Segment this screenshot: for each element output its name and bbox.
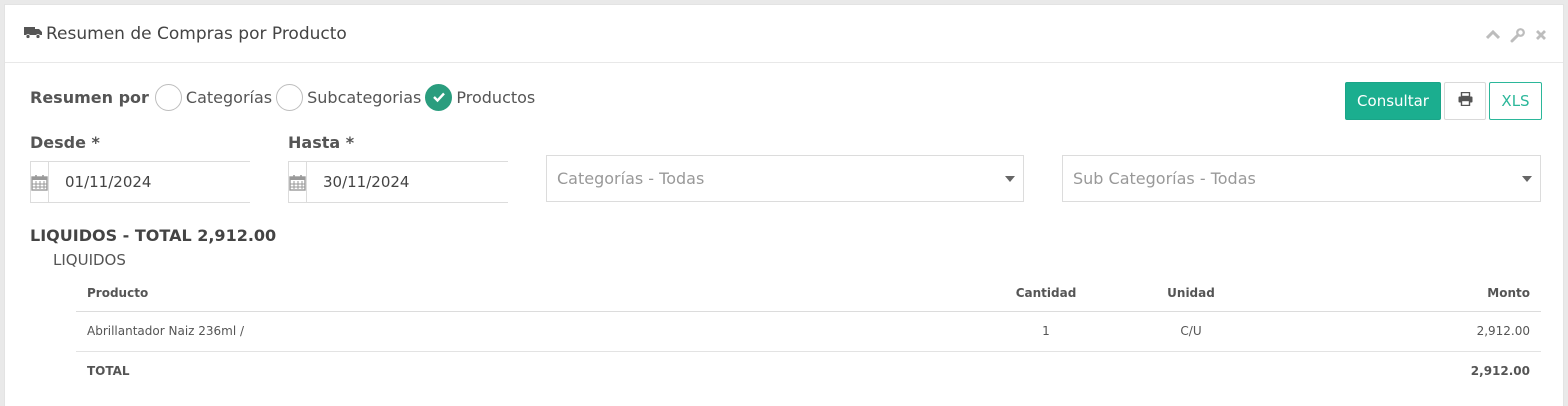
truck-icon [24, 24, 42, 44]
col-producto: Producto [76, 275, 991, 312]
cell-monto: 2,912.00 [1281, 311, 1541, 352]
radio-categorias-label: Categorías [185, 87, 273, 107]
calendar-icon[interactable] [289, 162, 307, 202]
table-row: Abrillantador Naiz 236ml / 1 C/U 2,912.0… [76, 311, 1541, 352]
page-title: Resumen de Compras por Producto [24, 23, 347, 45]
group-title: LIQUIDOS - TOTAL 2,912.00 [30, 226, 277, 245]
categorias-select[interactable]: Categorías - Todas [546, 155, 1024, 202]
subcategorias-select-value: Sub Categorías - Todas [1073, 169, 1256, 188]
radio-subcategorias-label: Subcategorias [307, 87, 422, 107]
total-value: 2,912.00 [1470, 364, 1530, 379]
radio-subcategorias[interactable]: Subcategorias [276, 83, 422, 111]
radio-circle-icon[interactable] [276, 83, 304, 111]
page-title-text: Resumen de Compras por Producto [46, 24, 347, 44]
panel-tools [1485, 27, 1549, 43]
xls-button[interactable]: XLS [1489, 82, 1542, 120]
cell-cantidad: 1 [991, 311, 1101, 352]
radio-productos-label: Productos [456, 87, 536, 107]
cell-producto: Abrillantador Naiz 236ml / [76, 311, 991, 352]
report-panel: Resumen de Compras por Producto Resumen … [4, 4, 1564, 406]
report-table: Producto Cantidad Unidad Monto Abrillant… [76, 275, 1541, 391]
hasta-label: Hasta * [288, 133, 355, 152]
wrench-icon[interactable] [1509, 27, 1525, 43]
total-empty-cell [1101, 351, 1281, 391]
chevron-up-icon[interactable] [1485, 27, 1501, 43]
desde-date-group [30, 161, 261, 203]
hasta-date-group [288, 161, 519, 203]
calendar-icon[interactable] [31, 162, 49, 202]
radio-circle-icon[interactable] [154, 83, 182, 111]
table-header-row: Producto Cantidad Unidad Monto [76, 275, 1541, 312]
caret-down-icon [1522, 176, 1532, 182]
radio-productos[interactable]: Productos [425, 83, 536, 111]
total-empty-cell [991, 351, 1101, 391]
resumen-por-group: Resumen por Categorías Subcategorias Pro… [30, 83, 539, 111]
subcategorias-select[interactable]: Sub Categorías - Todas [1062, 155, 1541, 202]
print-button[interactable] [1444, 82, 1486, 120]
col-monto: Monto [1281, 275, 1541, 312]
close-icon[interactable] [1533, 27, 1549, 43]
col-cantidad: Cantidad [991, 275, 1101, 312]
table-total-row: TOTAL 2,912.00 [76, 351, 1541, 391]
consultar-button[interactable]: Consultar [1345, 82, 1441, 120]
desde-label: Desde * [30, 133, 100, 152]
cell-unidad: C/U [1101, 311, 1281, 352]
subgroup-title: LIQUIDOS [53, 251, 126, 269]
radio-categorias[interactable]: Categorías [154, 83, 273, 111]
hasta-input[interactable] [307, 162, 519, 202]
print-icon [1458, 91, 1473, 110]
resumen-por-label: Resumen por [30, 87, 149, 107]
total-label: TOTAL [87, 364, 130, 379]
col-unidad: Unidad [1101, 275, 1281, 312]
desde-input[interactable] [49, 162, 261, 202]
check-icon[interactable] [425, 83, 453, 111]
categorias-select-value: Categorías - Todas [557, 169, 705, 188]
caret-down-icon [1005, 176, 1015, 182]
panel-header: Resumen de Compras por Producto [5, 5, 1563, 63]
